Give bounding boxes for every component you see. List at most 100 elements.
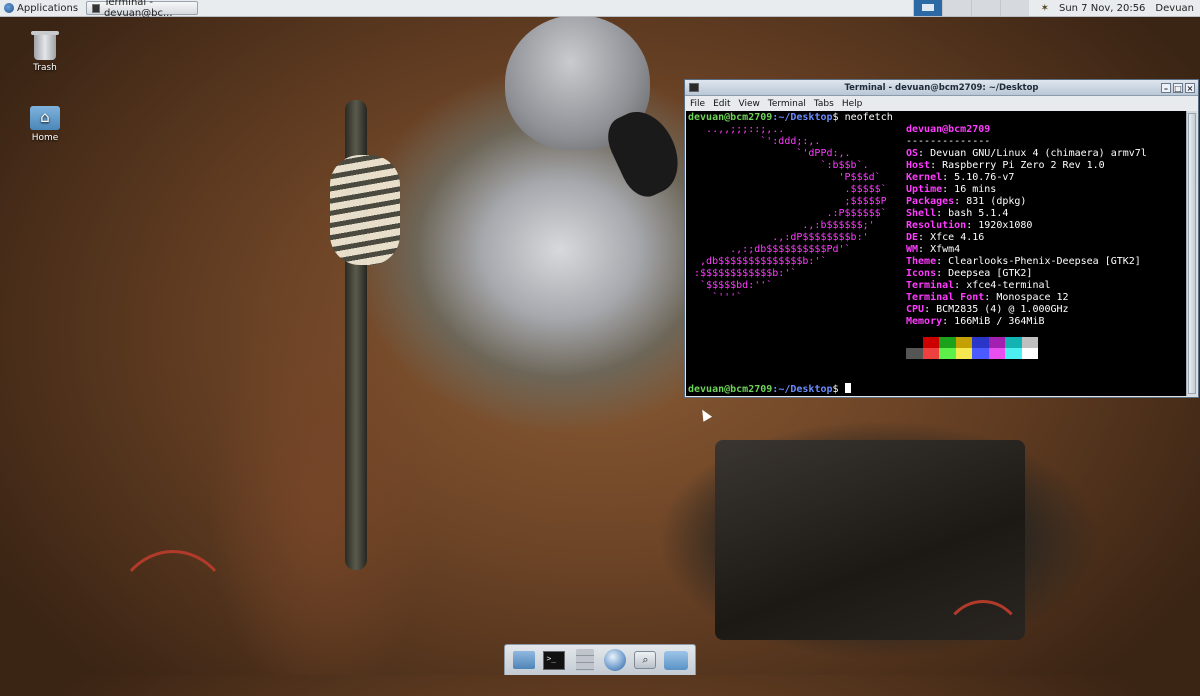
updates-icon[interactable]: ✶ [1041, 3, 1049, 14]
folder-launcher[interactable] [663, 648, 689, 672]
prompt-user: devuan@bcm2709 [688, 112, 773, 123]
prompt-line: devuan@bcm2709:~/Desktop$ [688, 383, 851, 396]
terminal-output[interactable]: devuan@bcm2709:~/Desktop$ neofetch ..,,;… [686, 111, 1186, 396]
show-desktop-launcher[interactable] [511, 648, 537, 672]
web-browser-launcher[interactable] [602, 648, 628, 672]
ascii-art-line: ,db$$$$$$$$$$$$$$b:'` [688, 256, 827, 267]
command-line: devuan@bcm2709:~/Desktop$ neofetch [688, 112, 893, 124]
ascii-art-line: .$$$$$` [688, 184, 887, 195]
info-row: Theme: Clearlooks-Phenix-Deepsea [GTK2] [906, 256, 1141, 267]
color-swatch [972, 337, 989, 348]
info-row: DE: Xfce 4.16 [906, 232, 985, 243]
info-header-user: devuan@bcm2709 [906, 124, 991, 135]
trash-label: Trash [33, 63, 57, 73]
user-menu[interactable]: Devuan [1155, 3, 1194, 14]
color-swatch [1021, 348, 1038, 359]
info-separator: -------------- [906, 136, 991, 147]
color-swatch [972, 348, 989, 359]
ascii-art-line: :$$$$$$$$$$$$b:'` [688, 268, 797, 279]
info-row: Resolution: 1920x1080 [906, 220, 1033, 231]
color-swatch [939, 348, 956, 359]
color-swatch [1005, 337, 1022, 348]
home-label: Home [31, 133, 59, 143]
file-manager-launcher[interactable] [572, 648, 598, 672]
prompt-path: :~/Desktop [772, 112, 833, 123]
color-swatch [1005, 348, 1022, 359]
clock[interactable]: Sun 7 Nov, 20:56 [1059, 3, 1145, 14]
color-swatch [955, 348, 972, 359]
wallpaper-wire [110, 550, 236, 696]
ascii-art-line: ;$$$$$P [688, 196, 887, 207]
info-row: Icons: Deepsea [GTK2] [906, 268, 1033, 279]
workspace-2[interactable] [941, 0, 971, 16]
terminal-titlebar[interactable]: Terminal - devuan@bcm2709: ~/Desktop – □… [685, 80, 1198, 96]
scrollbar-thumb[interactable] [1188, 113, 1196, 394]
info-row: CPU: BCM2835 (4) @ 1.000GHz [906, 304, 1069, 315]
info-row: Packages: 831 (dpkg) [906, 196, 1027, 207]
search-icon: ⌕ [634, 651, 657, 669]
color-swatch [939, 337, 956, 348]
app-finder-launcher[interactable]: ⌕ [632, 648, 658, 672]
color-swatch [906, 337, 923, 348]
show-desktop-icon [513, 651, 536, 669]
menu-file[interactable]: File [690, 99, 705, 109]
color-palette-top [906, 337, 1038, 348]
prompt-path: :~/Desktop [772, 384, 833, 395]
taskbar-terminal-button[interactable]: Terminal - devuan@bc... [86, 0, 199, 19]
terminal-launcher[interactable]: >_ [541, 648, 567, 672]
maximize-button[interactable]: □ [1173, 82, 1183, 93]
info-row: Terminal Font: Monospace 12 [906, 292, 1069, 303]
ascii-art-line: `'dPPd:,. [688, 148, 851, 159]
ascii-art-line: ..,,;;;::;,.. [688, 124, 785, 135]
info-row: Memory: 166MiB / 364MiB [906, 316, 1045, 327]
ascii-art-line: .,:;db$$$$$$$$$$Pd'` [688, 244, 851, 255]
info-row: Shell: bash 5.1.4 [906, 208, 1009, 219]
trash-desktop-icon[interactable]: Trash [10, 31, 80, 73]
workspace-switcher [912, 0, 1029, 16]
info-row: OS: Devuan GNU/Linux 4 (chimaera) armv7l [906, 148, 1147, 159]
color-palette-bottom [906, 348, 1038, 359]
menu-edit[interactable]: Edit [713, 99, 730, 109]
menu-tabs[interactable]: Tabs [814, 99, 834, 109]
menu-view[interactable]: View [739, 99, 760, 109]
color-swatch [988, 337, 1005, 348]
menu-terminal[interactable]: Terminal [768, 99, 806, 109]
info-row: Kernel: 5.10.76-v7 [906, 172, 1015, 183]
command-text: neofetch [838, 112, 893, 123]
file-cabinet-icon [575, 649, 594, 671]
color-swatch [1021, 337, 1038, 348]
info-row: WM: Xfwm4 [906, 244, 961, 255]
workspace-3[interactable] [970, 0, 1000, 16]
devuan-logo-icon [4, 3, 14, 13]
workspace-1[interactable] [912, 0, 942, 16]
applications-menu-button[interactable]: Applications [0, 0, 82, 16]
ascii-art-line: `'''` [688, 292, 743, 303]
top-panel: Applications Terminal - devuan@bc... ✶ S… [0, 0, 1200, 19]
mouse-pointer-icon [697, 407, 713, 422]
terminal-launcher-icon: >_ [543, 650, 566, 670]
home-folder-icon [30, 106, 60, 130]
taskbar-terminal-label: Terminal - devuan@bc... [103, 0, 173, 19]
ascii-art-line: `:b$$b`. [688, 160, 869, 171]
terminal-scrollbar[interactable] [1186, 111, 1197, 396]
ascii-art-line: .,:b$$$$$$;' [688, 220, 875, 231]
ascii-art-line: 'P$$$d` [688, 172, 881, 183]
menu-help[interactable]: Help [842, 99, 863, 109]
info-row: Terminal: xfce4-terminal [906, 280, 1051, 291]
minimize-button[interactable]: – [1161, 82, 1171, 93]
workspace-4[interactable] [999, 0, 1029, 16]
terminal-menubar: File Edit View Terminal Tabs Help [685, 96, 1198, 111]
folder-icon [663, 650, 688, 670]
wallpaper-coil [330, 155, 400, 265]
color-swatch [922, 348, 939, 359]
home-desktop-icon[interactable]: Home [10, 106, 80, 143]
color-swatch [988, 348, 1005, 359]
info-row: Host: Raspberry Pi Zero 2 Rev 1.0 [906, 160, 1105, 171]
ascii-art-line: `':ddd;:,. [688, 136, 821, 147]
prompt-user: devuan@bcm2709 [688, 384, 773, 395]
applications-label: Applications [17, 2, 79, 14]
ascii-art-line: .:P$$$$$$` [688, 208, 887, 219]
close-button[interactable]: × [1185, 82, 1195, 93]
info-row: Uptime: 16 mins [906, 184, 997, 195]
color-swatch [955, 337, 972, 348]
